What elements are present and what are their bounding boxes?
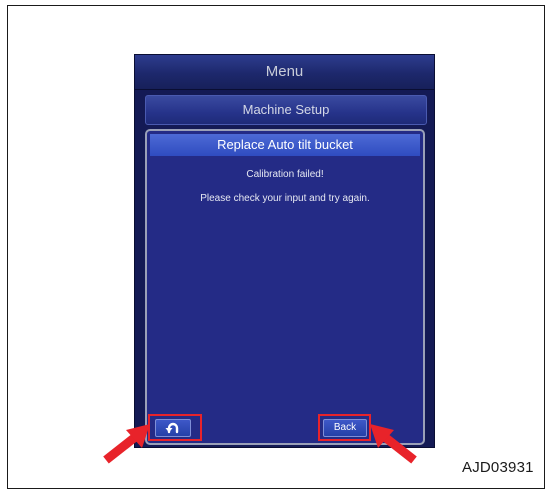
- dialog-panel: Replace Auto tilt bucket Calibration fai…: [145, 129, 425, 445]
- error-message: Calibration failed!: [246, 169, 324, 180]
- undo-button-highlight: [148, 414, 202, 441]
- monitor-screen: Menu Machine Setup Replace Auto tilt buc…: [134, 54, 435, 448]
- figure-code: AJD03931: [462, 459, 534, 476]
- arrow-to-undo-icon: [103, 424, 150, 464]
- instruction-message: Please check your input and try again.: [200, 193, 370, 204]
- arrow-to-back-icon: [370, 424, 417, 464]
- machine-setup-tab[interactable]: Machine Setup: [145, 95, 427, 125]
- dialog-title: Replace Auto tilt bucket: [150, 134, 420, 156]
- menu-title-bar: Menu: [135, 55, 434, 90]
